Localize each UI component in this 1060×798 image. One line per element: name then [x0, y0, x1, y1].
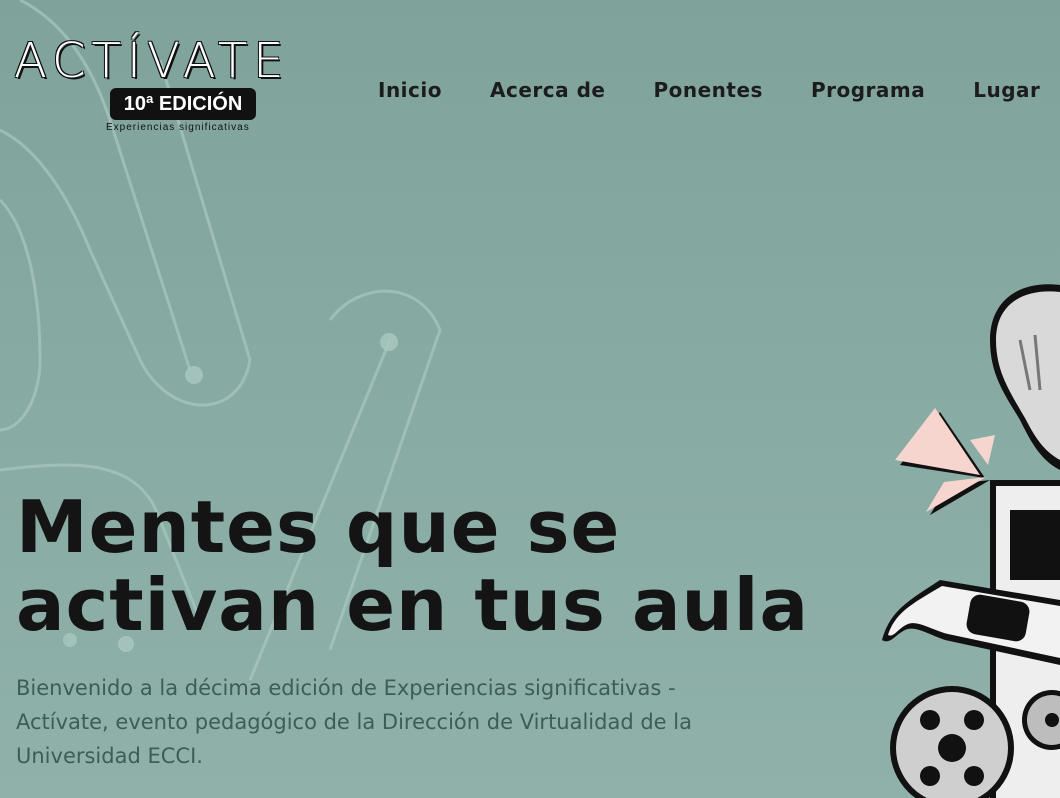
main-nav: Inicio Acerca de Ponentes Programa Lugar: [378, 78, 1040, 102]
hero-title: Mentes que se activan en tus aula: [16, 488, 809, 644]
lightbulb-icon: [990, 284, 1060, 470]
nav-item-ponentes[interactable]: Ponentes: [653, 78, 762, 102]
hero-title-line-2: activan en tus aula: [16, 563, 810, 647]
hero-collage-art: [882, 284, 1060, 798]
site-logo[interactable]: ACTÍVATE 10ª EDICIÓN Experiencias signif…: [14, 36, 344, 136]
nav-item-inicio[interactable]: Inicio: [378, 78, 442, 102]
logo-wordmark: ACTÍVATE: [14, 33, 290, 89]
logo-tagline: Experiencias significativas: [106, 122, 250, 133]
hero-title-line-1: Mentes que se: [16, 485, 621, 569]
logo-edition-badge: 10ª EDICIÓN: [110, 88, 256, 120]
triangle-decoration-icon: [895, 408, 995, 515]
nav-item-acerca-de[interactable]: Acerca de: [490, 78, 605, 102]
nav-item-programa[interactable]: Programa: [811, 78, 925, 102]
hero-description: Bienvenido a la décima edición de Experi…: [16, 676, 692, 768]
nav-item-lugar[interactable]: Lugar: [973, 78, 1040, 102]
